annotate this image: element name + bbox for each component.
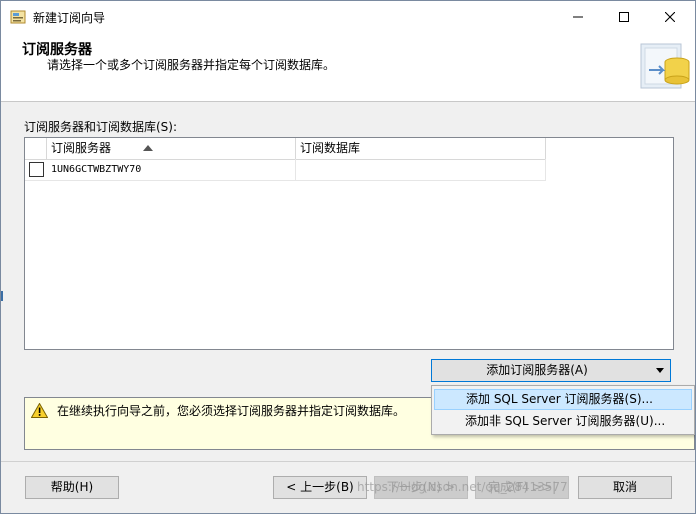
title-bar: 新建订阅向导 <box>1 1 695 32</box>
subscriber-grid[interactable]: 订阅服务器 订阅数据库 1UN6GCTWBZTWY70 <box>24 137 674 350</box>
add-subscriber-dropdown[interactable]: 添加订阅服务器(A) <box>431 359 671 382</box>
column-header-database-label: 订阅数据库 <box>300 141 361 155</box>
minimize-button[interactable] <box>555 1 601 32</box>
close-icon <box>665 11 675 22</box>
row-checkbox[interactable] <box>29 162 44 177</box>
column-header-subscriber[interactable]: 订阅服务器 <box>47 138 296 159</box>
add-subscriber-menu: 添加 SQL Server 订阅服务器(S)... 添加非 SQL Server… <box>431 385 695 435</box>
message-text: 在继续执行向导之前，您必须选择订阅服务器并指定订阅数据库。 <box>57 404 406 418</box>
back-button[interactable]: < 上一步(B) <box>273 476 367 499</box>
table-row[interactable]: 1UN6GCTWBZTWY70 <box>25 159 546 181</box>
wizard-window: 新建订阅向导 订阅服务器 请选择一个或多个订阅服务器并指定每个订阅数据库。 订阅… <box>0 0 696 514</box>
validation-message: 在继续执行向导之前，您必须选择订阅服务器并指定订阅数据库。 <box>24 397 432 450</box>
warning-icon <box>31 403 48 418</box>
add-subscriber-label: 添加订阅服务器(A) <box>486 363 588 377</box>
cancel-button[interactable]: 取消 <box>578 476 672 499</box>
help-button[interactable]: 帮助(H) <box>25 476 119 499</box>
menu-item-add-non-sql-server[interactable]: 添加非 SQL Server 订阅服务器(U)... <box>434 411 692 432</box>
watermark: https://blog.csdn.net/qq_28413577 <box>357 480 568 494</box>
chevron-down-icon <box>656 368 664 373</box>
maximize-icon <box>619 11 629 22</box>
database-cell[interactable] <box>296 159 546 180</box>
page-subtitle: 请选择一个或多个订阅服务器并指定每个订阅数据库。 <box>47 58 336 72</box>
window-title: 新建订阅向导 <box>33 11 106 25</box>
sort-ascending-icon <box>143 145 153 151</box>
minimize-icon <box>573 16 583 17</box>
footer-divider <box>1 461 695 462</box>
subscriber-cell: 1UN6GCTWBZTWY70 <box>47 159 296 180</box>
column-header-subscriber-label: 订阅服务器 <box>51 141 112 155</box>
checkbox-column-header <box>25 138 47 159</box>
wizard-header: 订阅服务器 请选择一个或多个订阅服务器并指定每个订阅数据库。 <box>1 32 695 102</box>
grid-header: 订阅服务器 订阅数据库 <box>25 138 546 160</box>
grid-label: 订阅服务器和订阅数据库(S): <box>24 120 178 134</box>
edge-strip <box>1 291 3 301</box>
maximize-button[interactable] <box>601 1 647 32</box>
database-graphic-icon <box>640 43 690 89</box>
app-icon <box>10 10 26 24</box>
close-button[interactable] <box>647 1 693 32</box>
validation-message-extension <box>431 435 695 450</box>
menu-item-add-sql-server[interactable]: 添加 SQL Server 订阅服务器(S)... <box>434 389 692 410</box>
column-header-database[interactable]: 订阅数据库 <box>296 138 546 159</box>
